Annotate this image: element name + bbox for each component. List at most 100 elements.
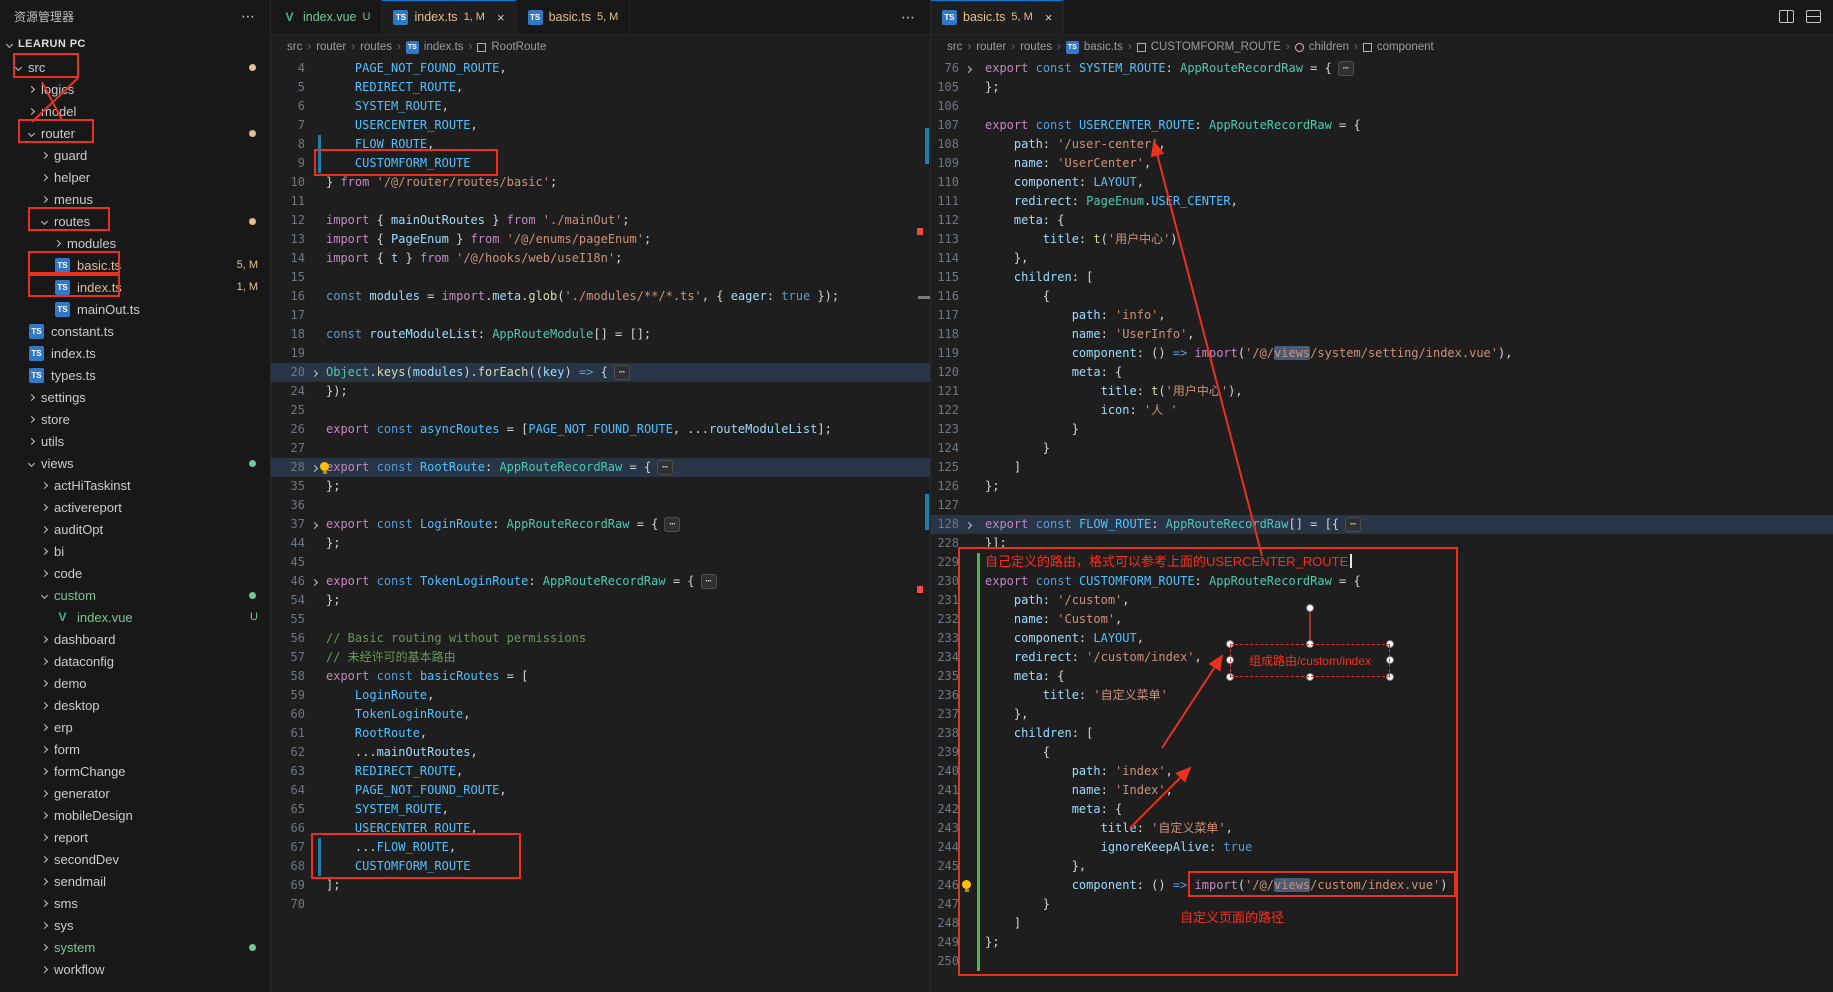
code-line-63[interactable]: 63 REDIRECT_ROUTE, xyxy=(271,762,930,781)
tree-item-constant.ts[interactable]: TSconstant.ts xyxy=(0,320,270,342)
code-line-8[interactable]: 8 FLOW_ROUTE, xyxy=(271,135,930,154)
code-line-243[interactable]: 243 title: '自定义菜单', xyxy=(931,819,1833,838)
breadcrumb-item[interactable]: index.ts xyxy=(424,41,464,53)
tree-item-dashboard[interactable]: dashboard xyxy=(0,628,270,650)
tree-item-basic.ts[interactable]: TSbasic.ts5, M xyxy=(0,254,270,276)
code-line-57[interactable]: 57// 未经许可的基本路由 xyxy=(271,648,930,667)
tree-item-model[interactable]: model xyxy=(0,100,270,122)
tab-index.ts[interactable]: TSindex.ts1, M× xyxy=(382,0,516,34)
code-line-64[interactable]: 64 PAGE_NOT_FOUND_ROUTE, xyxy=(271,781,930,800)
code-line-119[interactable]: 119 component: () => import('/@/views/sy… xyxy=(931,344,1833,363)
code-line-62[interactable]: 62 ...mainOutRoutes, xyxy=(271,743,930,762)
tree-item-report[interactable]: report xyxy=(0,826,270,848)
code-line-5[interactable]: 5 REDIRECT_ROUTE, xyxy=(271,78,930,97)
code-line-117[interactable]: 117 path: 'info', xyxy=(931,306,1833,325)
code-line-35[interactable]: 35}; xyxy=(271,477,930,496)
close-icon[interactable]: × xyxy=(1045,10,1053,25)
tree-item-custom[interactable]: custom xyxy=(0,584,270,606)
tree-item-sys[interactable]: sys xyxy=(0,914,270,936)
code-line-27[interactable]: 27 xyxy=(271,439,930,458)
code-line-114[interactable]: 114 }, xyxy=(931,249,1833,268)
code-line-127[interactable]: 127 xyxy=(931,496,1833,515)
tree-item-store[interactable]: store xyxy=(0,408,270,430)
tree-item-routes[interactable]: routes xyxy=(0,210,270,232)
tree-item-index.ts[interactable]: TSindex.ts1, M xyxy=(0,276,270,298)
lightbulb-icon[interactable] xyxy=(320,462,329,471)
tree-item-form[interactable]: form xyxy=(0,738,270,760)
code-line-66[interactable]: 66 USERCENTER_ROUTE, xyxy=(271,819,930,838)
fold-chevron-icon[interactable] xyxy=(965,522,972,529)
editor-layout-icon[interactable] xyxy=(1806,10,1821,23)
code-line-230[interactable]: 230export const CUSTOMFORM_ROUTE: AppRou… xyxy=(931,572,1833,591)
code-line-6[interactable]: 6 SYSTEM_ROUTE, xyxy=(271,97,930,116)
code-line-112[interactable]: 112 meta: { xyxy=(931,211,1833,230)
code-line-56[interactable]: 56// Basic routing without permissions xyxy=(271,629,930,648)
tree-item-logics[interactable]: logics xyxy=(0,78,270,100)
code-editor-left[interactable]: 4 PAGE_NOT_FOUND_ROUTE,5 REDIRECT_ROUTE,… xyxy=(271,59,930,992)
tree-item-modules[interactable]: modules xyxy=(0,232,270,254)
code-line-61[interactable]: 61 RootRoute, xyxy=(271,724,930,743)
breadcrumb-item[interactable]: basic.ts xyxy=(1084,41,1123,53)
code-line-24[interactable]: 24}); xyxy=(271,382,930,401)
code-line-235[interactable]: 235 meta: { xyxy=(931,667,1833,686)
code-line-9[interactable]: 9 CUSTOMFORM_ROUTE xyxy=(271,154,930,173)
code-line-7[interactable]: 7 USERCENTER_ROUTE, xyxy=(271,116,930,135)
code-line-108[interactable]: 108 path: '/user-center', xyxy=(931,135,1833,154)
fold-chevron-icon[interactable] xyxy=(965,66,972,73)
close-icon[interactable]: × xyxy=(497,10,505,25)
code-line-18[interactable]: 18const routeModuleList: AppRouteModule[… xyxy=(271,325,930,344)
explorer-more-icon[interactable]: ⋯ xyxy=(241,8,256,25)
breadcrumb-item[interactable]: CUSTOMFORM_ROUTE xyxy=(1151,41,1281,53)
tree-item-secondDev[interactable]: secondDev xyxy=(0,848,270,870)
code-line-4[interactable]: 4 PAGE_NOT_FOUND_ROUTE, xyxy=(271,59,930,78)
editor-actions-more-icon[interactable]: ⋯ xyxy=(901,9,930,26)
code-line-115[interactable]: 115 children: [ xyxy=(931,268,1833,287)
code-line-54[interactable]: 54}; xyxy=(271,591,930,610)
code-line-70[interactable]: 70 xyxy=(271,895,930,914)
code-line-60[interactable]: 60 TokenLoginRoute, xyxy=(271,705,930,724)
code-line-14[interactable]: 14import { t } from '/@/hooks/web/useI18… xyxy=(271,249,930,268)
code-line-26[interactable]: 26export const asyncRoutes = [PAGE_NOT_F… xyxy=(271,420,930,439)
breadcrumb-item[interactable]: router xyxy=(316,41,346,53)
tree-item-formChange[interactable]: formChange xyxy=(0,760,270,782)
tree-item-generator[interactable]: generator xyxy=(0,782,270,804)
fold-chevron-icon[interactable] xyxy=(311,465,318,472)
lightbulb-icon[interactable] xyxy=(962,880,971,889)
code-line-231[interactable]: 231 path: '/custom', xyxy=(931,591,1833,610)
code-line-122[interactable]: 122 icon: '人 ' xyxy=(931,401,1833,420)
code-line-242[interactable]: 242 meta: { xyxy=(931,800,1833,819)
tree-item-system[interactable]: system xyxy=(0,936,270,958)
code-line-246[interactable]: 246 component: () => import('/@/views/cu… xyxy=(931,876,1833,895)
code-line-128[interactable]: 128export const FLOW_ROUTE: AppRouteReco… xyxy=(931,515,1833,534)
code-line-123[interactable]: 123 } xyxy=(931,420,1833,439)
tree-item-index.ts[interactable]: TSindex.ts xyxy=(0,342,270,364)
breadcrumb-item[interactable]: src xyxy=(947,41,962,53)
code-line-111[interactable]: 111 redirect: PageEnum.USER_CENTER, xyxy=(931,192,1833,211)
tree-item-desktop[interactable]: desktop xyxy=(0,694,270,716)
breadcrumb-item[interactable]: src xyxy=(287,41,302,53)
code-line-68[interactable]: 68 CUSTOMFORM_ROUTE xyxy=(271,857,930,876)
code-line-250[interactable]: 250 xyxy=(931,952,1833,971)
code-line-237[interactable]: 237 }, xyxy=(931,705,1833,724)
code-line-116[interactable]: 116 { xyxy=(931,287,1833,306)
code-line-110[interactable]: 110 component: LAYOUT, xyxy=(931,173,1833,192)
tree-item-auditOpt[interactable]: auditOpt xyxy=(0,518,270,540)
code-line-16[interactable]: 16const modules = import.meta.glob('./mo… xyxy=(271,287,930,306)
tree-item-mobileDesign[interactable]: mobileDesign xyxy=(0,804,270,826)
tree-item-views[interactable]: views xyxy=(0,452,270,474)
code-line-28[interactable]: 28export const RootRoute: AppRouteRecord… xyxy=(271,458,930,477)
code-editor-right[interactable]: 76export const SYSTEM_ROUTE: AppRouteRec… xyxy=(931,59,1833,992)
code-line-25[interactable]: 25 xyxy=(271,401,930,420)
code-line-229[interactable]: 229 xyxy=(931,553,1833,572)
tree-item-workflow[interactable]: workflow xyxy=(0,958,270,980)
tree-item-activereport[interactable]: activereport xyxy=(0,496,270,518)
code-line-17[interactable]: 17 xyxy=(271,306,930,325)
code-line-12[interactable]: 12import { mainOutRoutes } from './mainO… xyxy=(271,211,930,230)
breadcrumb-item[interactable]: component xyxy=(1377,41,1434,53)
code-line-10[interactable]: 10} from '/@/router/routes/basic'; xyxy=(271,173,930,192)
tree-item-guard[interactable]: guard xyxy=(0,144,270,166)
tab-basic.ts[interactable]: TSbasic.ts5, M× xyxy=(931,0,1064,34)
tree-item-router[interactable]: router xyxy=(0,122,270,144)
code-line-37[interactable]: 37export const LoginRoute: AppRouteRecor… xyxy=(271,515,930,534)
breadcrumb-item[interactable]: routes xyxy=(360,41,392,53)
